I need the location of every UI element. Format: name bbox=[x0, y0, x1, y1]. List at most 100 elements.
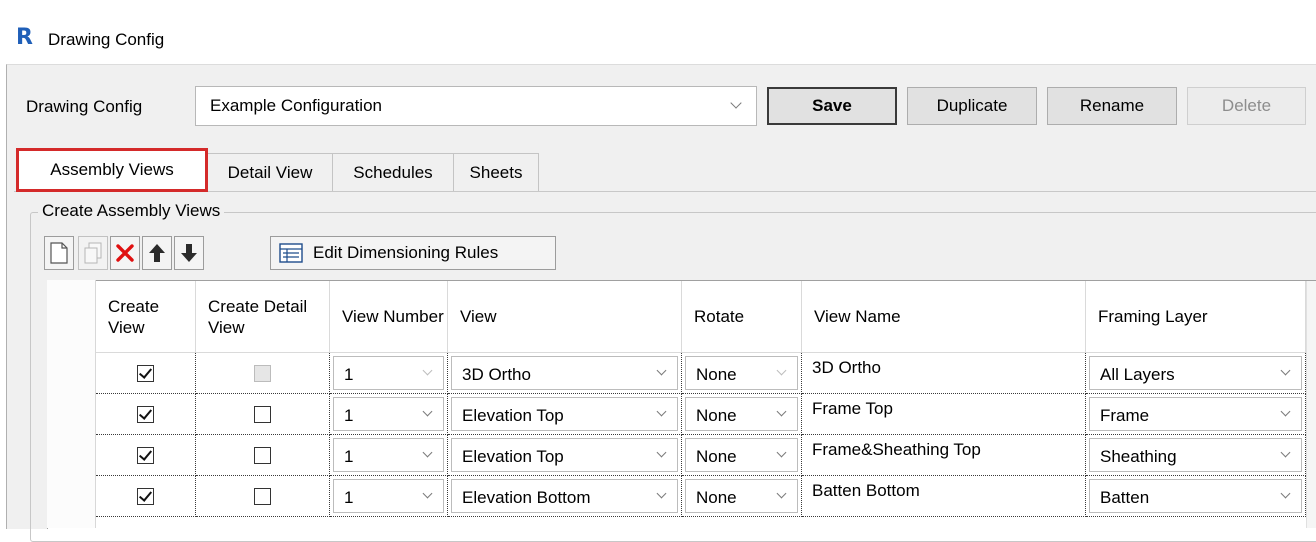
chevron-down-icon bbox=[422, 406, 433, 417]
view-name-cell[interactable]: Frame&Sheathing Top bbox=[802, 435, 1086, 476]
rotate-cell[interactable]: None bbox=[682, 476, 802, 517]
create-detail-view-checkbox[interactable] bbox=[254, 487, 271, 505]
framing-layer-dropdown[interactable]: Frame bbox=[1089, 397, 1302, 431]
save-button[interactable]: Save bbox=[767, 87, 897, 125]
chevron-down-icon bbox=[422, 365, 433, 376]
header-view-name[interactable]: View Name bbox=[802, 281, 1086, 353]
create-view-cell[interactable] bbox=[96, 435, 196, 476]
framing-layer-dropdown[interactable]: Batten bbox=[1089, 479, 1302, 513]
new-icon[interactable] bbox=[44, 236, 74, 270]
rotate-dropdown[interactable]: None bbox=[685, 397, 798, 431]
view-number-cell[interactable]: 1 bbox=[330, 353, 448, 394]
create-detail-view-cell[interactable] bbox=[196, 435, 330, 476]
move-down-icon[interactable] bbox=[174, 236, 204, 270]
view-number-value: 1 bbox=[344, 447, 354, 466]
view-name-cell[interactable]: Batten Bottom bbox=[802, 476, 1086, 517]
tab-schedules[interactable]: Schedules bbox=[332, 153, 454, 191]
tab-assembly-views[interactable]: Assembly Views bbox=[16, 148, 208, 192]
framing-layer-value: Frame bbox=[1100, 406, 1150, 425]
rotate-cell[interactable]: None bbox=[682, 394, 802, 435]
view-number-cell[interactable]: 1 bbox=[330, 394, 448, 435]
view-dropdown[interactable]: Elevation Top bbox=[451, 438, 678, 472]
tab-sheets[interactable]: Sheets bbox=[453, 153, 539, 191]
view-name-value[interactable]: Frame Top bbox=[812, 399, 893, 419]
rotate-cell[interactable]: None bbox=[682, 435, 802, 476]
framing-layer-value: All Layers bbox=[1100, 365, 1175, 384]
rotate-value: None bbox=[696, 488, 737, 507]
move-up-icon[interactable] bbox=[142, 236, 172, 270]
create-detail-view-cell[interactable] bbox=[196, 394, 330, 435]
rotate-value: None bbox=[696, 406, 737, 425]
chevron-down-icon bbox=[1280, 447, 1291, 458]
view-number-value: 1 bbox=[344, 488, 354, 507]
view-dropdown[interactable]: Elevation Bottom bbox=[451, 479, 678, 513]
edit-dimensioning-rules-button[interactable]: Edit Dimensioning Rules bbox=[270, 236, 556, 270]
framing-layer-cell[interactable]: Sheathing bbox=[1086, 435, 1306, 476]
chevron-down-icon bbox=[656, 447, 667, 458]
chevron-down-icon bbox=[776, 488, 787, 499]
tab-strip-border bbox=[14, 191, 1316, 192]
view-name-value[interactable]: Frame&Sheathing Top bbox=[812, 440, 981, 460]
view-value: Elevation Top bbox=[462, 447, 564, 466]
copy-icon[interactable] bbox=[78, 236, 108, 270]
view-name-value[interactable]: Batten Bottom bbox=[812, 481, 920, 501]
framing-layer-cell[interactable]: All Layers bbox=[1086, 353, 1306, 394]
rotate-dropdown[interactable]: None bbox=[685, 356, 798, 390]
chevron-down-icon bbox=[1280, 406, 1291, 417]
create-view-checkbox[interactable] bbox=[137, 487, 154, 505]
header-create-detail-view[interactable]: Create Detail View bbox=[196, 281, 330, 353]
rotate-value: None bbox=[696, 447, 737, 466]
duplicate-button[interactable]: Duplicate bbox=[907, 87, 1037, 125]
create-view-cell[interactable] bbox=[96, 476, 196, 517]
framing-layer-dropdown[interactable]: All Layers bbox=[1089, 356, 1302, 390]
framing-layer-dropdown[interactable]: Sheathing bbox=[1089, 438, 1302, 472]
framing-layer-cell[interactable]: Batten bbox=[1086, 476, 1306, 517]
framing-layer-value: Batten bbox=[1100, 488, 1150, 507]
view-cell[interactable]: Elevation Top bbox=[448, 394, 682, 435]
view-cell[interactable]: 3D Ortho bbox=[448, 353, 682, 394]
view-cell[interactable]: Elevation Top bbox=[448, 435, 682, 476]
view-name-value[interactable]: 3D Ortho bbox=[812, 358, 881, 378]
revit-logo-icon: R bbox=[16, 25, 33, 50]
view-number-dropdown[interactable]: 1 bbox=[333, 397, 444, 431]
view-number-dropdown[interactable]: 1 bbox=[333, 356, 444, 390]
rotate-cell[interactable]: None bbox=[682, 353, 802, 394]
create-detail-view-checkbox[interactable] bbox=[254, 405, 271, 423]
view-number-dropdown[interactable]: 1 bbox=[333, 479, 444, 513]
create-view-cell[interactable] bbox=[96, 353, 196, 394]
create-detail-view-checkbox[interactable] bbox=[254, 446, 271, 464]
chevron-down-icon bbox=[1280, 488, 1291, 499]
create-detail-view-cell[interactable] bbox=[196, 476, 330, 517]
create-view-checkbox[interactable] bbox=[137, 405, 154, 423]
view-number-cell[interactable]: 1 bbox=[330, 435, 448, 476]
rotate-dropdown[interactable]: None bbox=[685, 438, 798, 472]
create-view-checkbox[interactable] bbox=[137, 364, 154, 382]
create-view-cell[interactable] bbox=[96, 394, 196, 435]
header-create-view[interactable]: Create View bbox=[96, 281, 196, 353]
view-dropdown[interactable]: 3D Ortho bbox=[451, 356, 678, 390]
view-number-cell[interactable]: 1 bbox=[330, 476, 448, 517]
header-framing-layer[interactable]: Framing Layer bbox=[1086, 281, 1306, 353]
delete-button[interactable]: Delete bbox=[1187, 87, 1306, 125]
dimension-rules-icon bbox=[279, 243, 303, 263]
drawing-config-dropdown[interactable]: Example Configuration bbox=[195, 86, 757, 126]
view-number-value: 1 bbox=[344, 365, 354, 384]
rename-button[interactable]: Rename bbox=[1047, 87, 1177, 125]
create-view-checkbox[interactable] bbox=[137, 446, 154, 464]
view-name-cell[interactable]: Frame Top bbox=[802, 394, 1086, 435]
framing-layer-value: Sheathing bbox=[1100, 447, 1177, 466]
view-value: 3D Ortho bbox=[462, 365, 531, 384]
rotate-dropdown[interactable]: None bbox=[685, 479, 798, 513]
view-number-dropdown[interactable]: 1 bbox=[333, 438, 444, 472]
delete-x-icon[interactable] bbox=[110, 236, 140, 270]
view-cell[interactable]: Elevation Bottom bbox=[448, 476, 682, 517]
view-name-cell[interactable]: 3D Ortho bbox=[802, 353, 1086, 394]
header-view[interactable]: View bbox=[448, 281, 682, 353]
tab-detail-view[interactable]: Detail View bbox=[207, 153, 333, 191]
header-view-number[interactable]: View Number bbox=[330, 281, 448, 353]
grid-vertical-scrollbar[interactable] bbox=[1306, 281, 1316, 528]
chevron-down-icon bbox=[656, 406, 667, 417]
header-rotate[interactable]: Rotate bbox=[682, 281, 802, 353]
framing-layer-cell[interactable]: Frame bbox=[1086, 394, 1306, 435]
view-dropdown[interactable]: Elevation Top bbox=[451, 397, 678, 431]
